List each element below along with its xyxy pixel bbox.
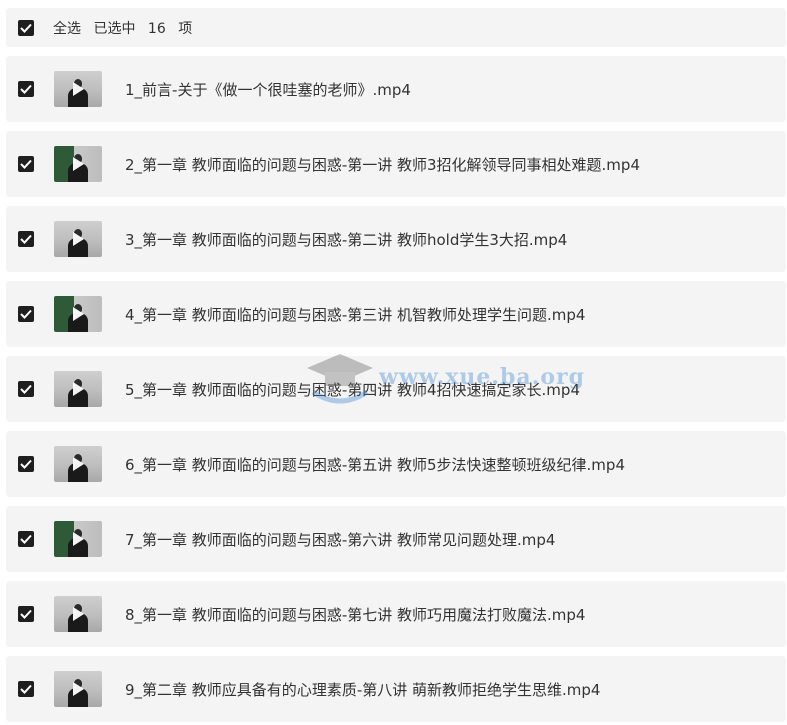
file-row[interactable]: 4_第一章 教师面临的问题与困惑-第三讲 机智教师处理学生问题.mp4 xyxy=(6,281,786,347)
video-thumbnail[interactable] xyxy=(54,521,102,557)
file-checkbox[interactable] xyxy=(18,81,34,97)
file-name[interactable]: 2_第一章 教师面临的问题与困惑-第一讲 教师3招化解领导同事相处难题.mp4 xyxy=(125,154,640,175)
selection-summary: 全选 已选中 16 项 xyxy=(53,18,200,38)
file-row[interactable]: 1_前言-关于《做一个很哇塞的老师》.mp4 xyxy=(6,56,786,122)
play-icon xyxy=(73,382,84,396)
selected-suffix: 项 xyxy=(178,20,193,37)
file-checkbox[interactable] xyxy=(18,381,34,397)
file-row[interactable]: 2_第一章 教师面临的问题与困惑-第一讲 教师3招化解领导同事相处难题.mp4 xyxy=(6,131,786,197)
file-name[interactable]: 7_第一章 教师面临的问题与困惑-第六讲 教师常见问题处理.mp4 xyxy=(125,529,555,550)
select-all-label[interactable]: 全选 xyxy=(53,21,81,37)
file-row[interactable]: 9_第二章 教师应具备有的心理素质-第八讲 萌新教师拒绝学生思维.mp4 xyxy=(6,656,786,722)
select-all-checkbox[interactable] xyxy=(18,19,34,36)
checkmark-icon xyxy=(20,684,32,694)
video-thumbnail[interactable] xyxy=(54,221,102,257)
file-name[interactable]: 9_第二章 教师应具备有的心理素质-第八讲 萌新教师拒绝学生思维.mp4 xyxy=(125,679,600,700)
checkmark-icon xyxy=(20,234,32,244)
file-row[interactable]: 7_第一章 教师面临的问题与困惑-第六讲 教师常见问题处理.mp4 xyxy=(6,506,786,572)
file-list: 全选 已选中 16 项 1_前言-关于《做一个很哇塞的老师》.mp4 2_第一章 … xyxy=(6,8,786,722)
play-icon xyxy=(73,457,84,471)
play-icon xyxy=(73,607,84,621)
play-icon xyxy=(73,307,84,321)
selected-prefix: 已选中 xyxy=(93,20,136,37)
file-row[interactable]: 6_第一章 教师面临的问题与困惑-第五讲 教师5步法快速整顿班级纪律.mp4 xyxy=(6,431,786,497)
checkmark-icon xyxy=(20,159,32,169)
video-thumbnail[interactable] xyxy=(54,446,102,482)
video-thumbnail[interactable] xyxy=(54,371,102,407)
file-checkbox[interactable] xyxy=(18,681,34,697)
play-icon xyxy=(73,157,84,171)
play-icon xyxy=(73,232,84,246)
file-name[interactable]: 8_第一章 教师面临的问题与困惑-第七讲 教师巧用魔法打败魔法.mp4 xyxy=(125,604,585,625)
play-icon xyxy=(73,82,84,96)
checkmark-icon xyxy=(20,23,32,33)
file-checkbox[interactable] xyxy=(18,531,34,547)
checkmark-icon xyxy=(20,459,32,469)
video-thumbnail[interactable] xyxy=(54,596,102,632)
checkmark-icon xyxy=(20,534,32,544)
video-thumbnail[interactable] xyxy=(54,671,102,707)
select-all-bar: 全选 已选中 16 项 xyxy=(6,8,786,47)
file-name[interactable]: 1_前言-关于《做一个很哇塞的老师》.mp4 xyxy=(125,79,411,100)
video-thumbnail[interactable] xyxy=(54,296,102,332)
file-row[interactable]: 8_第一章 教师面临的问题与困惑-第七讲 教师巧用魔法打败魔法.mp4 xyxy=(6,581,786,647)
play-icon xyxy=(73,682,84,696)
file-name[interactable]: 4_第一章 教师面临的问题与困惑-第三讲 机智教师处理学生问题.mp4 xyxy=(125,304,585,325)
file-checkbox[interactable] xyxy=(18,306,34,322)
play-icon xyxy=(73,532,84,546)
video-thumbnail[interactable] xyxy=(54,71,102,107)
file-checkbox[interactable] xyxy=(18,231,34,247)
checkmark-icon xyxy=(20,384,32,394)
file-name[interactable]: 6_第一章 教师面临的问题与困惑-第五讲 教师5步法快速整顿班级纪律.mp4 xyxy=(125,454,625,475)
file-checkbox[interactable] xyxy=(18,606,34,622)
file-row[interactable]: 5_第一章 教师面临的问题与困惑-第四讲 教师4招快速搞定家长.mp4 xyxy=(6,356,786,422)
selected-count: 16 xyxy=(147,20,166,37)
checkmark-icon xyxy=(20,309,32,319)
file-name[interactable]: 3_第一章 教师面临的问题与困惑-第二讲 教师hold学生3大招.mp4 xyxy=(125,229,567,250)
file-checkbox[interactable] xyxy=(18,456,34,472)
file-name[interactable]: 5_第一章 教师面临的问题与困惑-第四讲 教师4招快速搞定家长.mp4 xyxy=(125,379,580,400)
file-row[interactable]: 3_第一章 教师面临的问题与困惑-第二讲 教师hold学生3大招.mp4 xyxy=(6,206,786,272)
checkmark-icon xyxy=(20,84,32,94)
file-checkbox[interactable] xyxy=(18,156,34,172)
checkmark-icon xyxy=(20,609,32,619)
video-thumbnail[interactable] xyxy=(54,146,102,182)
